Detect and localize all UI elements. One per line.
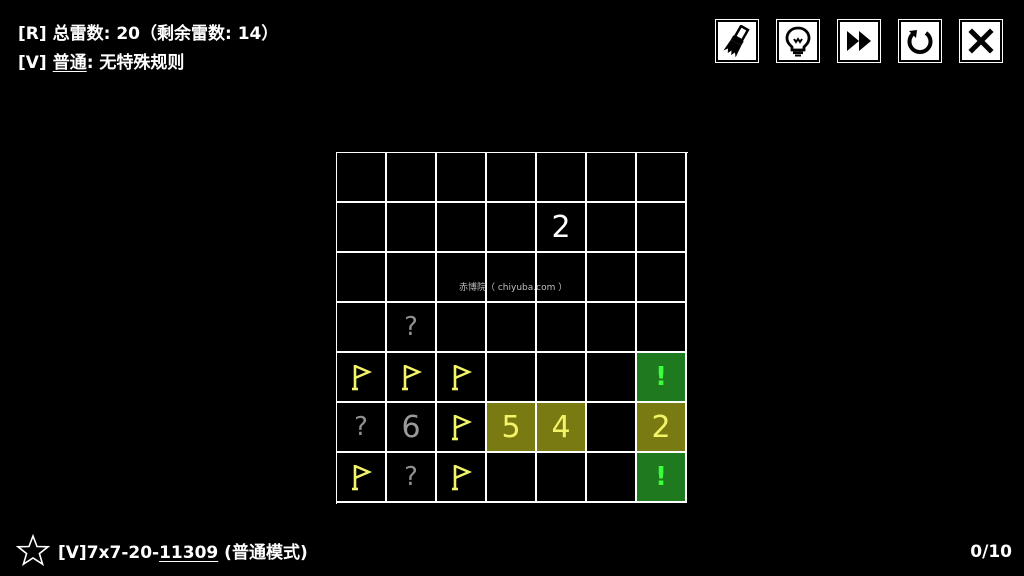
board-cell[interactable]	[487, 353, 537, 403]
close-button[interactable]	[959, 19, 1003, 63]
cell-number: 6	[401, 409, 421, 445]
puzzle-prefix: [V]7x7-20-	[58, 542, 160, 563]
board-cell[interactable]	[337, 253, 387, 303]
board-cell[interactable]	[537, 353, 587, 403]
board-cell[interactable]	[637, 203, 687, 253]
cell-number: 2	[651, 409, 671, 445]
cell-number: 4	[551, 409, 571, 445]
flag-icon	[449, 362, 473, 392]
board-cell[interactable]	[337, 203, 387, 253]
question-mark: ?	[404, 462, 418, 492]
board-cell[interactable]: 2	[537, 203, 587, 253]
board-cell[interactable]: 6	[387, 403, 437, 453]
board-cell[interactable]	[587, 453, 637, 503]
board-cell[interactable]	[587, 253, 637, 303]
board-cell[interactable]	[337, 353, 387, 403]
skip-button[interactable]	[837, 19, 881, 63]
board-cell[interactable]	[537, 453, 587, 503]
board-cell[interactable]	[587, 203, 637, 253]
cell-number: 2	[551, 209, 571, 245]
board-cell[interactable]	[587, 403, 637, 453]
restart-icon	[907, 30, 933, 55]
favorite-button[interactable]	[16, 534, 50, 566]
board-cell[interactable]	[487, 253, 537, 303]
fast-forward-icon	[847, 31, 871, 51]
board-cell[interactable]	[437, 303, 487, 353]
board-cell[interactable]	[437, 403, 487, 453]
board-cell[interactable]	[337, 153, 387, 203]
flag-icon	[349, 462, 373, 492]
board-cell[interactable]: ?	[387, 453, 437, 503]
flag-icon	[349, 362, 373, 392]
cell-number: 5	[501, 409, 521, 445]
footer-left: [V]7x7-20-11309 (普通模式)	[16, 534, 308, 566]
board-cell[interactable]	[387, 253, 437, 303]
flag-icon	[449, 412, 473, 442]
hint-button[interactable]	[776, 19, 820, 63]
board-cell[interactable]: !	[637, 453, 687, 503]
mine-count-line: [R] 总雷数: 20（剩余雷数: 14）	[18, 20, 278, 49]
watermark: 赤博院（ chiyuba.com ）	[459, 283, 568, 293]
board-cell[interactable]	[437, 203, 487, 253]
board-cell[interactable]: 5	[487, 403, 537, 453]
board-cell[interactable]	[337, 453, 387, 503]
puzzle-id: [V]7x7-20-11309 (普通模式)	[58, 538, 308, 563]
board-cell[interactable]	[637, 253, 687, 303]
puzzle-mode: (普通模式)	[218, 542, 308, 563]
board-cell[interactable]	[587, 153, 637, 203]
rule-description: : 无特殊规则	[86, 53, 185, 73]
board-cell[interactable]	[387, 203, 437, 253]
question-mark: ?	[354, 412, 368, 442]
board-cell[interactable]	[537, 153, 587, 203]
minesweeper-board: 2?!? 6 5 4 2?!	[336, 152, 688, 504]
brush-button[interactable]	[715, 19, 759, 63]
variant-rule-tag: [V]	[18, 53, 47, 73]
board-cell[interactable]	[387, 153, 437, 203]
board-cell[interactable]: ?	[337, 403, 387, 453]
board-cell[interactable]	[487, 153, 537, 203]
flag-icon	[399, 362, 423, 392]
mine-rule-tag: [R]	[18, 24, 47, 44]
board-cell[interactable]	[437, 453, 487, 503]
game-info: [R] 总雷数: 20（剩余雷数: 14） [V] 普通: 无特殊规则	[18, 20, 278, 78]
question-mark: ?	[404, 312, 418, 342]
board-cell[interactable]	[637, 153, 687, 203]
board-cell[interactable]	[437, 153, 487, 203]
board-cell[interactable]	[637, 303, 687, 353]
board-cell[interactable]	[537, 303, 587, 353]
board-cell[interactable]	[437, 353, 487, 403]
close-icon	[968, 28, 994, 54]
brush-icon	[723, 25, 750, 57]
board-cell[interactable]	[337, 303, 387, 353]
board-cell[interactable]	[587, 303, 637, 353]
progress-counter: 0/10	[970, 542, 1012, 562]
rule-line: [V] 普通: 无特殊规则	[18, 49, 278, 78]
exclamation-mark: !	[655, 362, 667, 392]
board-cell[interactable]	[587, 353, 637, 403]
board-cell[interactable]	[387, 353, 437, 403]
toolbar	[715, 19, 1003, 63]
board-cell[interactable]	[537, 253, 587, 303]
board-cell[interactable]	[487, 303, 537, 353]
board-cell[interactable]	[437, 253, 487, 303]
flag-icon	[449, 462, 473, 492]
board-cell[interactable]: ?	[387, 303, 437, 353]
exclamation-mark: !	[655, 462, 667, 492]
board-cell[interactable]	[487, 453, 537, 503]
lightbulb-icon	[785, 26, 811, 57]
board-cell[interactable]: 2	[637, 403, 687, 453]
puzzle-seed[interactable]: 11309	[159, 543, 218, 563]
board-cell[interactable]	[487, 203, 537, 253]
board-cell[interactable]: !	[637, 353, 687, 403]
restart-button[interactable]	[898, 19, 942, 63]
mine-count-text: 总雷数: 20（剩余雷数: 14）	[52, 24, 279, 44]
rule-name-link[interactable]: 普通	[53, 53, 87, 73]
board-cell[interactable]: 4	[537, 403, 587, 453]
star-icon	[16, 534, 50, 566]
